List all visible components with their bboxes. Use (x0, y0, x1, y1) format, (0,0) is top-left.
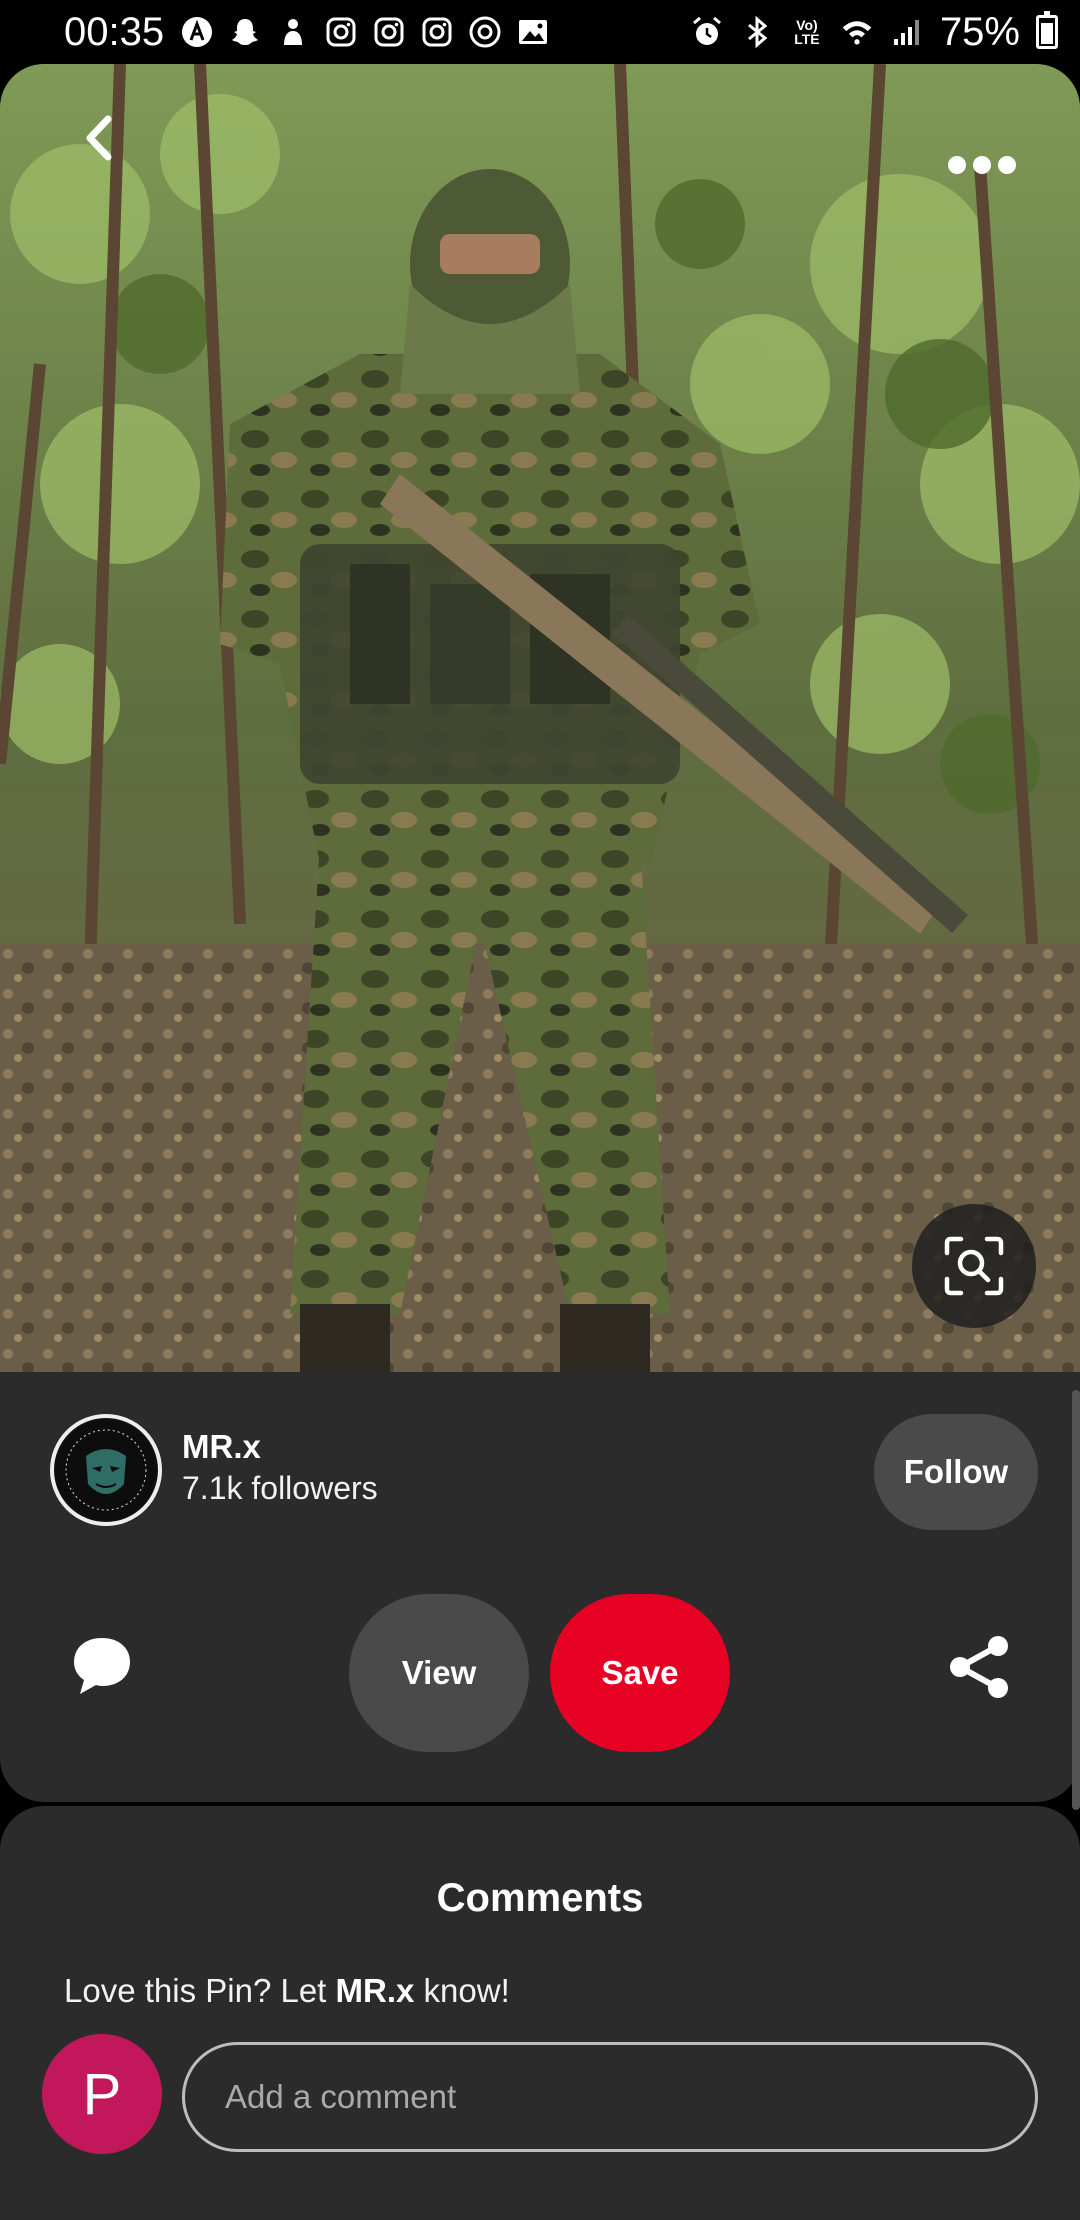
battery-icon (1036, 11, 1058, 49)
lte-label: LTE (794, 31, 820, 47)
wifi-icon (840, 15, 874, 49)
pin-detail-screen: 00:35 Vo) LTE 75% MR.x 7.1k followers Fo… (0, 0, 1080, 2220)
save-button[interactable]: Save (550, 1594, 730, 1752)
comments-prompt-prefix: Love this Pin? Let (64, 1972, 327, 2009)
visual-search-button[interactable] (912, 1204, 1036, 1328)
threads-icon (468, 15, 502, 49)
comment-button[interactable] (70, 1634, 142, 1702)
alarm-icon (690, 15, 724, 49)
pin-photo-illustration (0, 64, 1080, 1372)
status-time: 00:35 (64, 9, 165, 54)
instagram-icon (420, 15, 454, 49)
instagram-icon (324, 15, 358, 49)
signal-icon (890, 15, 924, 49)
pin-image[interactable] (0, 64, 1080, 1372)
more-options-button[interactable] (942, 130, 1022, 200)
user-avatar[interactable]: P (42, 2034, 162, 2154)
back-button[interactable] (58, 98, 138, 178)
back-chevron-icon (86, 115, 112, 161)
status-right: Vo) LTE 75% (690, 10, 1058, 55)
share-button[interactable] (948, 1634, 1012, 1700)
more-options-icon (948, 156, 1016, 174)
comment-input[interactable] (182, 2042, 1038, 2152)
creator-name[interactable]: MR.x (182, 1428, 261, 1466)
view-button[interactable]: View (349, 1594, 529, 1752)
battery-percent: 75% (939, 9, 1020, 54)
share-icon (950, 1636, 1008, 1698)
comments-title: Comments (436, 1876, 644, 1920)
creator-followers: 7.1k followers (182, 1470, 378, 1506)
scrollbar[interactable] (1072, 1390, 1080, 1810)
comments-prompt-name: MR.x (335, 1972, 415, 2009)
comments-section: Comments Love this Pin? Let MR.x know! P (0, 1806, 1080, 2220)
comments-prompt: Love this Pin? Let MR.x know! (64, 1972, 510, 2010)
lens-search-icon (944, 1236, 1004, 1296)
creator-avatar-mask-icon (56, 1420, 156, 1520)
instagram-icon (372, 15, 406, 49)
volte-icon: Vo) LTE (794, 17, 820, 47)
follow-button[interactable]: Follow (874, 1414, 1038, 1530)
status-left: 00:35 (64, 10, 550, 55)
comment-bubble-icon (74, 1638, 130, 1694)
creator-avatar[interactable] (50, 1414, 162, 1526)
bluetooth-icon (740, 15, 774, 49)
app-a-icon (180, 15, 214, 49)
snapchat-icon (228, 15, 262, 49)
comments-prompt-suffix: know! (423, 1972, 510, 2009)
notification-icon (276, 15, 310, 49)
status-bar: 00:35 Vo) LTE 75% (0, 0, 1080, 64)
notification-icons (180, 15, 550, 49)
pin-info-card: MR.x 7.1k followers Follow View Save (0, 1372, 1080, 1802)
gallery-icon (516, 15, 550, 49)
